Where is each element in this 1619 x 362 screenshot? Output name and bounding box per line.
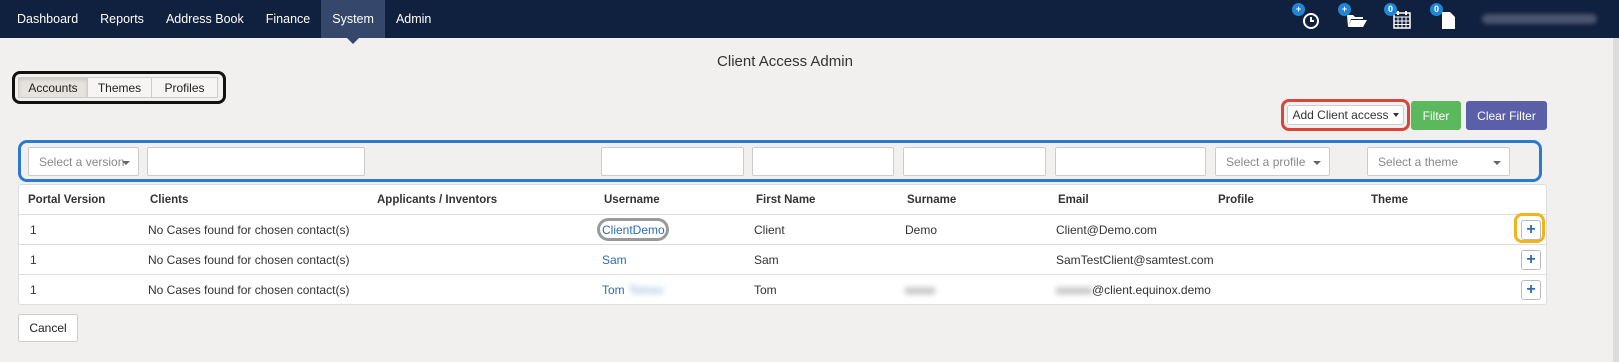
username-link[interactable]: Sam — [602, 245, 627, 275]
nav-admin[interactable]: Admin — [385, 0, 442, 38]
redacted-text: xxxxx — [905, 283, 935, 297]
nav-reports[interactable]: Reports — [89, 0, 155, 38]
cell-clients: No Cases found for chosen contact(s) — [148, 283, 350, 297]
username-link[interactable]: Tom Tomxx — [602, 275, 663, 305]
documents-icon[interactable]: 0 — [1430, 3, 1460, 31]
header-profile[interactable]: Profile — [1218, 185, 1254, 215]
cell-email: SamTestClient@samtest.com — [1056, 253, 1214, 267]
redacted-text: Tomxx — [628, 283, 664, 297]
cell-surname: xxxxx — [905, 275, 935, 305]
email-domain: @client.equinox.demo — [1092, 283, 1211, 297]
email-filter-input[interactable] — [1055, 147, 1206, 176]
user-menu[interactable] — [1482, 14, 1597, 24]
nav-finance[interactable]: Finance — [255, 0, 321, 38]
cell-version: 1 — [30, 253, 37, 267]
cell-surname: Demo — [905, 223, 938, 237]
cell-email: Client@Demo.com — [1056, 223, 1157, 237]
cell-version: 1 — [30, 223, 37, 237]
theme-select[interactable]: Select a theme — [1367, 147, 1510, 176]
theme-select-placeholder: Select a theme — [1378, 154, 1459, 169]
table-row: 1 No Cases found for chosen contact(s) S… — [19, 245, 1546, 275]
add-client-access-highlight: Add Client access — [1281, 99, 1410, 131]
version-select[interactable]: Select a version — [28, 147, 139, 176]
redacted-text: xxxxxx — [1056, 283, 1092, 297]
header-applicants[interactable]: Applicants / Inventors — [377, 185, 497, 215]
first-name-filter-input[interactable] — [752, 147, 894, 176]
tab-group: Accounts Themes Profiles — [12, 71, 226, 104]
clients-filter-input[interactable] — [147, 147, 365, 176]
add-row-button[interactable]: + — [1521, 250, 1541, 270]
tab-themes[interactable]: Themes — [88, 77, 152, 98]
folder-badge: + — [1338, 3, 1351, 16]
version-select-placeholder: Select a version — [39, 154, 125, 169]
cell-email: xxxxxx @client.equinox.demo — [1056, 275, 1211, 305]
profile-select-placeholder: Select a profile — [1226, 154, 1306, 169]
cancel-button[interactable]: Cancel — [18, 314, 78, 342]
tab-accounts[interactable]: Accounts — [18, 77, 88, 98]
header-clients[interactable]: Clients — [150, 185, 188, 215]
add-client-access-button[interactable]: Add Client access — [1287, 105, 1404, 125]
cell-clients: No Cases found for chosen contact(s) — [148, 223, 350, 237]
page-title: Client Access Admin — [717, 53, 853, 70]
chevron-down-icon — [122, 161, 130, 165]
profile-select[interactable]: Select a profile — [1215, 147, 1330, 176]
username-text: Tom — [602, 283, 625, 297]
cell-version: 1 — [30, 283, 37, 297]
username-link[interactable]: ClientDemo — [602, 215, 665, 245]
header-first-name[interactable]: First Name — [756, 185, 815, 215]
header-theme[interactable]: Theme — [1371, 185, 1408, 215]
folder-icon[interactable]: + — [1338, 3, 1368, 31]
timer-badge: + — [1292, 3, 1305, 16]
scrollbar[interactable] — [1613, 38, 1619, 362]
table-row: 1 No Cases found for chosen contact(s) T… — [19, 275, 1546, 305]
tab-profiles[interactable]: Profiles — [152, 77, 218, 98]
add-row-button[interactable]: + — [1521, 280, 1541, 300]
header-surname[interactable]: Surname — [907, 185, 956, 215]
header-portal-version[interactable]: Portal Version — [28, 185, 105, 215]
documents-badge: 0 — [1430, 3, 1443, 16]
table-row: 1 No Cases found for chosen contact(s) C… — [19, 215, 1546, 245]
cell-clients: No Cases found for chosen contact(s) — [148, 253, 350, 267]
add-client-access-label: Add Client access — [1292, 108, 1389, 122]
header-email[interactable]: Email — [1058, 185, 1089, 215]
header-username[interactable]: Username — [604, 185, 660, 215]
chevron-down-icon — [1313, 161, 1321, 165]
username-filter-input[interactable] — [601, 147, 744, 176]
nav-address-book[interactable]: Address Book — [155, 0, 255, 38]
add-row-highlight — [1514, 213, 1545, 243]
nav-dashboard[interactable]: Dashboard — [0, 0, 89, 38]
cell-first-name: Client — [754, 223, 785, 237]
calendar-badge: 0 — [1384, 3, 1397, 16]
top-navbar: Dashboard Reports Address Book Finance S… — [0, 0, 1619, 44]
filter-button[interactable]: Filter — [1411, 101, 1461, 130]
surname-filter-input[interactable] — [903, 147, 1046, 176]
cell-first-name: Sam — [754, 253, 779, 267]
cell-first-name: Tom — [754, 283, 777, 297]
nav-right-tools: + + 0 0 — [1276, 0, 1597, 38]
caret-down-icon — [1392, 113, 1399, 117]
nav-system[interactable]: System — [321, 0, 385, 44]
chevron-down-icon — [1493, 161, 1501, 165]
timer-icon[interactable]: + — [1292, 3, 1322, 31]
accounts-table: Portal Version Clients Applicants / Inve… — [18, 184, 1547, 305]
calendar-icon[interactable]: 0 — [1384, 3, 1414, 31]
clear-filter-button[interactable]: Clear Filter — [1466, 101, 1547, 130]
table-header: Portal Version Clients Applicants / Inve… — [19, 185, 1546, 215]
